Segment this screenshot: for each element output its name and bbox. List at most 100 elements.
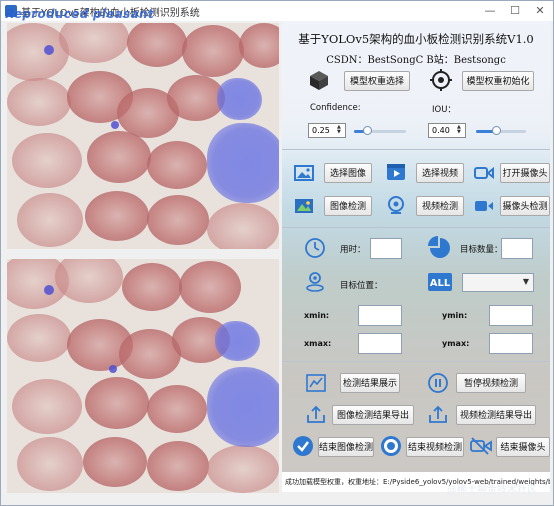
camera-icon <box>475 201 493 211</box>
line-chart-icon <box>306 374 326 392</box>
white-blood-cell <box>217 78 262 120</box>
red-blood-cell <box>179 261 241 313</box>
red-blood-cell <box>7 78 71 126</box>
ymin-label: ymin: <box>442 311 468 320</box>
spin-arrows-icon[interactable]: ▲ ▼ <box>337 125 344 136</box>
minimize-button[interactable]: — <box>479 3 501 19</box>
target-select-dropdown[interactable]: ▼ <box>462 273 534 292</box>
red-blood-cell <box>239 23 279 68</box>
platelet <box>44 45 54 55</box>
red-blood-cell <box>122 263 182 311</box>
red-blood-cell <box>85 377 149 429</box>
check-circle-icon <box>293 436 313 456</box>
confidence-slider[interactable] <box>354 126 406 135</box>
stop-circle-icon <box>381 436 401 456</box>
camera-icon <box>474 166 494 180</box>
end-video-detect-button[interactable]: 结束视频检测 <box>406 437 464 457</box>
maximize-button[interactable]: ☐ <box>504 3 526 19</box>
red-blood-cell <box>207 203 279 249</box>
confidence-value: 0.25 <box>312 126 330 135</box>
red-blood-cell <box>87 131 151 183</box>
image-icon <box>294 165 314 181</box>
slider-knob[interactable] <box>363 126 372 135</box>
svg-text:ALL: ALL <box>430 278 451 289</box>
time-label: 用时： <box>340 245 366 255</box>
red-blood-cell <box>59 23 129 63</box>
end-camera-button[interactable]: 结束摄像头 <box>496 437 550 457</box>
iou-slider[interactable] <box>476 126 526 135</box>
open-camera-button[interactable]: 打开摄像头 <box>500 163 550 183</box>
footer-watermark: @稀土掘金技术社区 <box>447 485 537 496</box>
confidence-spinbox[interactable]: 0.25 ▲ ▼ <box>308 123 346 138</box>
xmax-label: xmax: <box>304 339 332 348</box>
control-panel: 基于YOLOv5架构的血小板检测识别系统V1.0 CSDN：BestSongC … <box>282 21 550 491</box>
ymin-field <box>489 305 533 326</box>
upload-icon <box>429 405 447 423</box>
all-icon: ALL <box>428 273 452 291</box>
location-pin-icon <box>306 272 324 292</box>
video-detect-button[interactable]: 视频检测 <box>416 196 464 216</box>
target-count-field <box>501 238 533 259</box>
time-field <box>370 238 402 259</box>
red-blood-cell <box>147 195 209 245</box>
camera-off-icon <box>470 437 492 455</box>
xmin-label: xmin: <box>304 311 330 320</box>
model-weight-init-button[interactable]: 模型权重初始化 <box>462 71 534 91</box>
red-blood-cell <box>85 191 149 241</box>
image-detect-button[interactable]: 图像检测 <box>324 196 372 216</box>
divider <box>282 361 550 362</box>
platelet <box>109 365 117 373</box>
video-icon <box>387 164 405 180</box>
xmax-field <box>358 333 402 354</box>
white-blood-cell <box>215 321 260 361</box>
export-image-results-button[interactable]: 图像检测结果导出 <box>332 405 414 425</box>
red-blood-cell <box>147 441 209 491</box>
platelet <box>44 285 54 295</box>
iou-value: 0.40 <box>432 126 450 135</box>
iou-label: IOU： <box>432 105 456 115</box>
red-blood-cell <box>147 385 207 433</box>
chevron-down-icon: ▼ <box>522 277 529 286</box>
pause-video-button[interactable]: 暂停视频检测 <box>456 373 526 393</box>
camera-icon <box>388 196 404 214</box>
camera-detect-button[interactable]: 摄像头检测 <box>500 196 550 216</box>
title-bar[interactable]: 基于YOLOv5架构的血小板检测识别系统 Reproduced pleasant… <box>1 1 553 21</box>
target-count-label: 目标数量： <box>460 245 503 255</box>
app-window: 基于YOLOv5架构的血小板检测识别系统 Reproduced pleasant… <box>0 0 554 506</box>
timer-icon <box>305 238 325 258</box>
upload-icon <box>307 405 325 423</box>
white-blood-cell <box>207 123 279 203</box>
cube-icon <box>310 71 328 90</box>
red-blood-cell <box>12 133 82 188</box>
red-blood-cell <box>55 259 123 303</box>
pie-chart-icon <box>428 236 450 258</box>
red-blood-cell <box>83 437 147 487</box>
divider <box>282 227 550 228</box>
select-image-button[interactable]: 选择图像 <box>324 163 372 183</box>
red-blood-cell <box>127 23 187 67</box>
target-icon <box>430 69 452 91</box>
ymax-field <box>489 333 533 354</box>
red-blood-cell <box>147 141 207 189</box>
close-button[interactable]: ✕ <box>529 3 551 19</box>
target-position-label: 目标位置： <box>340 281 383 291</box>
red-blood-cell <box>17 437 83 491</box>
white-blood-cell <box>207 367 279 447</box>
spin-arrows-icon[interactable]: ▲ ▼ <box>457 125 464 136</box>
red-blood-cell <box>7 314 71 362</box>
confidence-label: Confidence: <box>310 103 361 113</box>
watermark-text: Reproduced pleasant <box>5 7 154 21</box>
original-image-panel <box>7 23 279 249</box>
model-weight-select-button[interactable]: 模型权重选择 <box>344 71 410 91</box>
slider-knob[interactable] <box>492 126 501 135</box>
divider <box>282 149 550 150</box>
pause-icon <box>428 373 448 393</box>
author-credit: CSDN：BestSongC B站：Bestsongc <box>326 55 506 66</box>
iou-spinbox[interactable]: 0.40 ▲ ▼ <box>428 123 466 138</box>
end-image-detect-button[interactable]: 结束图像检测 <box>318 437 374 457</box>
export-video-results-button[interactable]: 视频检测结果导出 <box>456 405 536 425</box>
show-results-button[interactable]: 检测结果展示 <box>340 373 400 393</box>
select-video-button[interactable]: 选择视频 <box>416 163 464 183</box>
ymax-label: ymax: <box>442 339 470 348</box>
platelet <box>111 121 119 129</box>
